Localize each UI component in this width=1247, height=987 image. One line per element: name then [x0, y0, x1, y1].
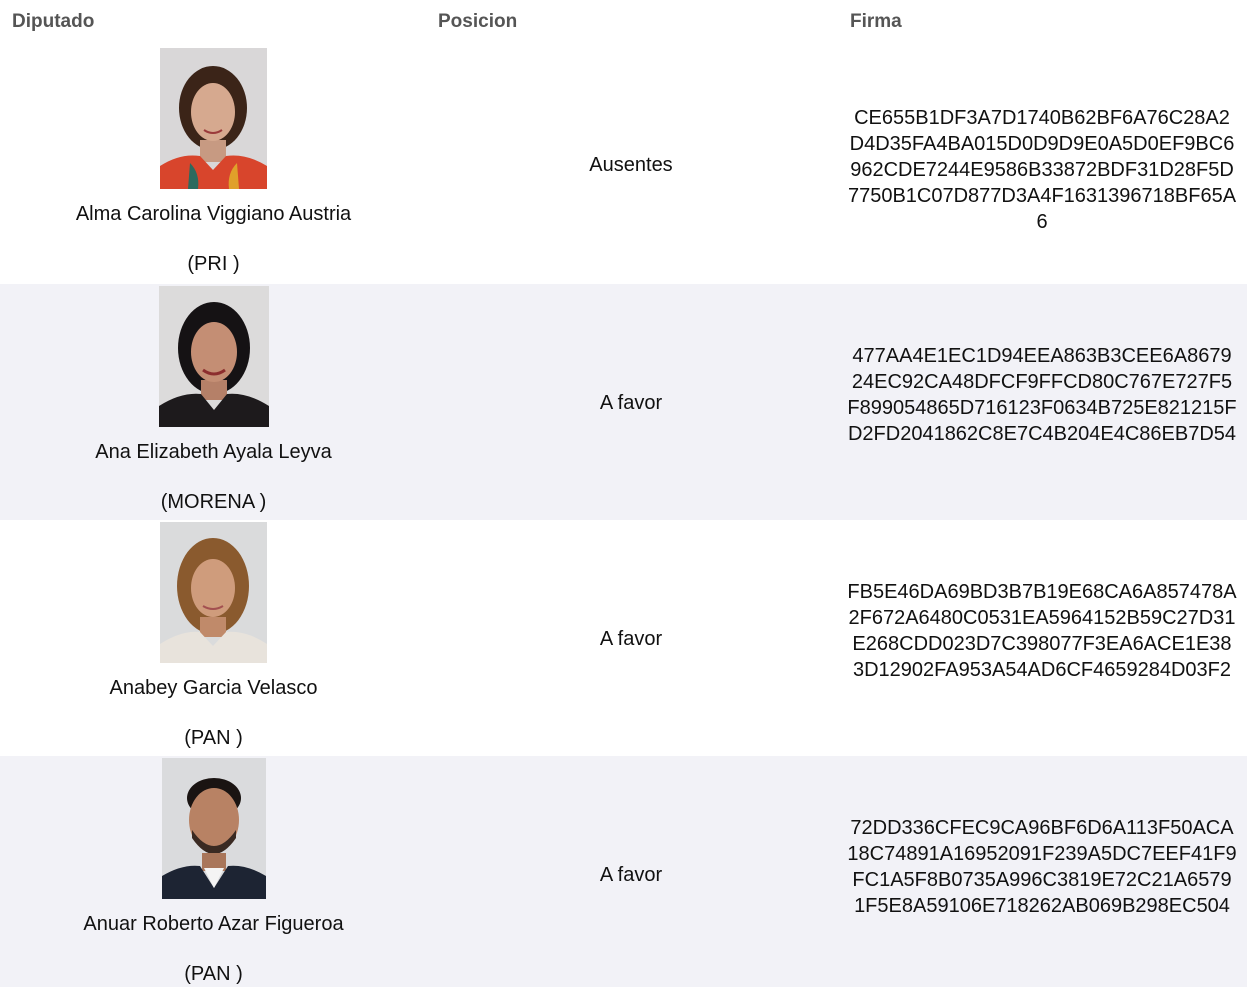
- header-posicion: Posicion: [438, 11, 518, 32]
- table-row: Alma Carolina Viggiano Austria (PRI ) Au…: [0, 46, 1247, 284]
- signature-cell: FB5E46DA69BD3B7B19E68CA6A857478A2F672A64…: [842, 579, 1242, 683]
- diputado-cell: Anabey Garcia Velasco (PAN ): [0, 522, 427, 750]
- deputy-photo: [158, 286, 269, 427]
- signature-cell: 477AA4E1EC1D94EEA863B3CEE6A867924EC92CA4…: [842, 343, 1242, 447]
- votes-table: Diputado Posicion Firma Alma Carolina Vi…: [0, 0, 1247, 987]
- position-cell: A favor: [599, 628, 663, 650]
- signature-hash: 477AA4E1EC1D94EEA863B3CEE6A867924EC92CA4…: [847, 345, 1237, 445]
- deputy-party: (PRI ): [187, 253, 240, 275]
- table-row: Anuar Roberto Azar Figueroa (PAN ) A fav…: [0, 756, 1247, 987]
- deputy-name: Anabey Garcia Velasco: [109, 677, 318, 699]
- diputado-cell: Anuar Roberto Azar Figueroa (PAN ): [0, 758, 427, 986]
- position-cell: A favor: [599, 864, 663, 886]
- signature-hash: 72DD336CFEC9CA96BF6D6A113F50ACA18C74891A…: [847, 817, 1237, 917]
- signature-hash: FB5E46DA69BD3B7B19E68CA6A857478A2F672A64…: [847, 581, 1237, 681]
- deputy-party: (PAN ): [184, 963, 243, 985]
- header-firma: Firma: [850, 11, 902, 32]
- deputy-name: Ana Elizabeth Ayala Leyva: [95, 441, 332, 463]
- deputy-name: Anuar Roberto Azar Figueroa: [83, 913, 344, 935]
- deputy-name: Alma Carolina Viggiano Austria: [75, 203, 352, 225]
- table-header: Diputado Posicion Firma: [0, 0, 1247, 46]
- table-row: Anabey Garcia Velasco (PAN ) A favor FB5…: [0, 520, 1247, 756]
- deputy-photo: [161, 758, 266, 899]
- signature-cell: CE655B1DF3A7D1740B62BF6A76C28A2D4D35FA4B…: [842, 105, 1242, 235]
- deputy-photo: [160, 48, 267, 189]
- diputado-cell: Ana Elizabeth Ayala Leyva (MORENA ): [0, 286, 427, 514]
- deputy-party: (PAN ): [184, 727, 243, 749]
- diputado-cell: Alma Carolina Viggiano Austria (PRI ): [0, 48, 427, 276]
- signature-cell: 72DD336CFEC9CA96BF6D6A113F50ACA18C74891A…: [842, 815, 1242, 919]
- position-cell: A favor: [599, 392, 663, 414]
- position-cell: Ausentes: [589, 154, 673, 176]
- signature-hash: CE655B1DF3A7D1740B62BF6A76C28A2D4D35FA4B…: [847, 107, 1237, 233]
- header-diputado: Diputado: [12, 11, 95, 32]
- deputy-photo: [160, 522, 267, 663]
- deputy-party: (MORENA ): [160, 491, 267, 513]
- table-row: Ana Elizabeth Ayala Leyva (MORENA ) A fa…: [0, 284, 1247, 520]
